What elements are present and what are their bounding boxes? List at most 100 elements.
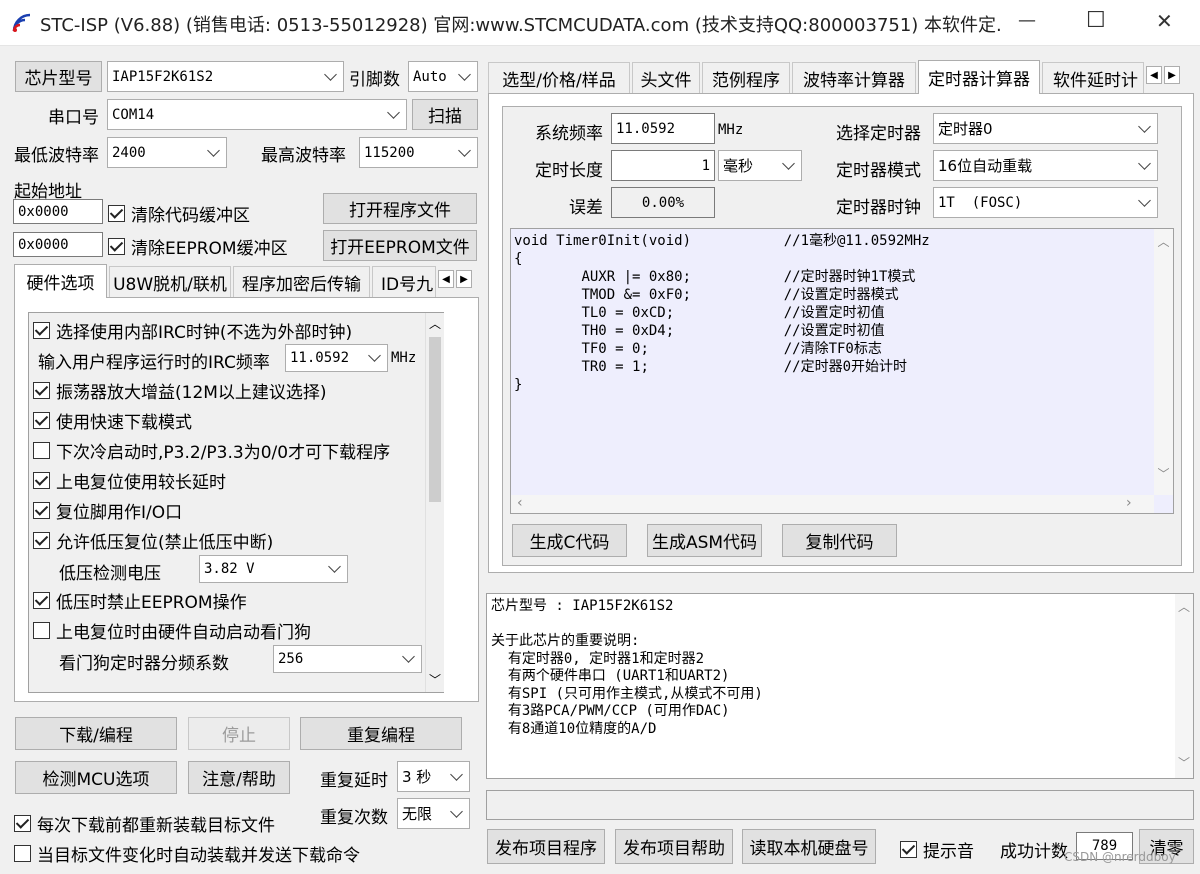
chip-info-panel[interactable]: 芯片型号 : IAP15F2K61S2 关于此芯片的重要说明: 有定时器0, 定… (486, 593, 1194, 779)
code-vscroll[interactable]: ︿ ﹀ (1154, 229, 1173, 495)
tab-u8w[interactable]: U8W脱机/联机 (109, 266, 231, 298)
close-button[interactable]: ✕ (1156, 9, 1173, 33)
tab-scroll-right-icon[interactable]: ▶ (1164, 66, 1180, 84)
low-volt-select[interactable]: 3.82 V (199, 555, 348, 583)
mode-select[interactable]: 16位自动重载 (933, 150, 1158, 181)
chip-model-value: IAP15F2K61S2 (112, 68, 214, 85)
long-reset-checkbox[interactable]: 上电复位使用较长延时 (33, 468, 226, 493)
tab-encrypt[interactable]: 程序加密后传输 (233, 266, 370, 298)
sys-freq-input[interactable]: 11.0592 (611, 113, 715, 144)
chevron-down-icon (458, 143, 471, 157)
scroll-down-icon[interactable]: ﹀ (1175, 754, 1193, 771)
info-vscroll[interactable]: ︿ ﹀ (1175, 594, 1193, 778)
osc-gain-checkbox[interactable]: 振荡器放大增益(12M以上建议选择) (33, 378, 327, 403)
no-eeprom-low-volt-checkbox[interactable]: 低压时禁止EEPROM操作 (33, 588, 247, 613)
chip-model-button[interactable]: 芯片型号 (15, 61, 102, 92)
tab-id[interactable]: ID号九 (372, 266, 436, 298)
stop-button[interactable]: 停止 (188, 717, 290, 750)
gen-asm-button[interactable]: 生成ASM代码 (647, 524, 762, 557)
repeat-count-select[interactable]: 无限 (397, 798, 470, 829)
length-unit-select[interactable]: 毫秒 (718, 150, 802, 181)
tab-scroll-right-icon[interactable]: ▶ (456, 270, 472, 288)
minimize-button[interactable]: — (1018, 10, 1036, 31)
tab-baud-calculator[interactable]: 波特率计算器 (792, 62, 916, 94)
app-icon (12, 13, 31, 32)
clock-value: 1T (FOSC) (938, 194, 1023, 211)
tab-soft-delay[interactable]: 软件延时计 (1042, 62, 1144, 94)
checkbox-checked-icon (33, 502, 50, 519)
gen-c-button[interactable]: 生成C代码 (512, 524, 627, 557)
eeprom-address-input[interactable]: 0x0000 (13, 232, 103, 257)
publish-help-button[interactable]: 发布项目帮助 (615, 829, 733, 864)
tab-examples[interactable]: 范例程序 (702, 62, 790, 94)
code-output[interactable]: void Timer0Init(void) //1毫秒@11.0592MHz {… (510, 228, 1174, 514)
scroll-down-icon[interactable]: ﹀ (426, 671, 444, 689)
irc-freq-select[interactable]: 11.0592 (285, 344, 388, 372)
pins-value: Auto (413, 68, 447, 85)
mode-label: 定时器模式 (836, 161, 921, 181)
options-scrollbar[interactable]: ︿ ﹀ (425, 313, 444, 692)
clock-select[interactable]: 1T (FOSC) (933, 187, 1158, 218)
scroll-up-icon[interactable]: ︿ (426, 315, 444, 333)
auto-reload-checkbox[interactable]: 当目标文件变化时自动装载并发送下载命令 (14, 841, 360, 866)
tab-timer-calculator[interactable]: 定时器计算器 (918, 60, 1040, 94)
tab-scroll-left-icon[interactable]: ◀ (438, 270, 454, 288)
serial-select[interactable]: COM14 (107, 99, 407, 130)
scroll-down-icon[interactable]: ﹀ (1154, 465, 1173, 482)
tab-selection-price[interactable]: 选型/价格/样品 (488, 62, 630, 94)
chevron-down-icon (450, 804, 463, 818)
check-mcu-button[interactable]: 检测MCU选项 (15, 761, 177, 794)
maximize-button[interactable]: ☐ (1086, 8, 1106, 33)
chevron-down-icon (207, 143, 220, 157)
download-button[interactable]: 下载/编程 (15, 717, 177, 750)
open-eeprom-button[interactable]: 打开EEPROM文件 (323, 230, 477, 261)
repeat-delay-select[interactable]: 3 秒 (397, 761, 470, 792)
clear-code-checkbox[interactable]: 清除代码缓冲区 (108, 201, 250, 226)
watchdog-auto-checkbox[interactable]: 上电复位时由硬件自动启动看门狗 (33, 618, 311, 643)
tab-header-files[interactable]: 头文件 (632, 62, 700, 94)
publish-program-button[interactable]: 发布项目程序 (487, 829, 605, 864)
status-field (486, 790, 1194, 820)
read-disk-button[interactable]: 读取本机硬盘号 (742, 829, 876, 864)
cold-boot-checkbox[interactable]: 下次冷启动时,P3.2/P3.3为0/0才可下载程序 (33, 438, 390, 463)
open-program-button[interactable]: 打开程序文件 (323, 193, 477, 224)
scroll-right-icon[interactable]: › (1126, 495, 1132, 511)
chevron-down-icon (1138, 119, 1151, 133)
min-baud-label: 最低波特率 (14, 146, 99, 166)
scroll-up-icon[interactable]: ︿ (1154, 233, 1173, 250)
clear-eeprom-checkbox[interactable]: 清除EEPROM缓冲区 (108, 234, 288, 259)
code-address-input[interactable]: 0x0000 (13, 199, 103, 224)
chip-info-text: 芯片型号 : IAP15F2K61S2 关于此芯片的重要说明: 有定时器0, 定… (491, 598, 763, 737)
pins-select[interactable]: Auto (408, 61, 478, 92)
scroll-up-icon[interactable]: ︿ (1175, 598, 1193, 615)
scrollbar-thumb[interactable] (429, 337, 441, 502)
tab-scroll-left-icon[interactable]: ◀ (1146, 66, 1162, 84)
max-baud-select[interactable]: 115200 (359, 137, 478, 168)
help-button[interactable]: 注意/帮助 (188, 761, 290, 794)
chevron-down-icon (328, 560, 341, 573)
irc-clock-checkbox[interactable]: 选择使用内部IRC时钟(不选为外部时钟) (33, 318, 352, 343)
watchdog-div-label: 看门狗定时器分频系数 (59, 654, 229, 674)
code-hscroll[interactable]: ‹ › (511, 495, 1154, 513)
reload-before-checkbox[interactable]: 每次下载前都重新装载目标文件 (14, 811, 275, 836)
low-volt-reset-checkbox[interactable]: 允许低压复位(禁止低压中断) (33, 528, 273, 553)
timer-calculator-panel: 系统频率 11.0592 MHz 选择定时器 定时器0 定时长度 1 毫秒 定时… (488, 93, 1194, 573)
checkbox-checked-icon (14, 815, 31, 832)
tab-hardware-options[interactable]: 硬件选项 (14, 264, 107, 298)
chip-model-select[interactable]: IAP15F2K61S2 (107, 61, 344, 92)
beep-checkbox[interactable]: 提示音 (900, 837, 974, 862)
select-timer-select[interactable]: 定时器0 (933, 113, 1158, 144)
length-input[interactable]: 1 (611, 150, 715, 181)
min-baud-select[interactable]: 2400 (107, 137, 227, 168)
copy-code-button[interactable]: 复制代码 (782, 524, 897, 557)
scroll-left-icon[interactable]: ‹ (517, 495, 523, 511)
right-tab-strip: 选型/价格/样品 头文件 范例程序 波特率计算器 定时器计算器 软件延时计 ◀ … (488, 60, 1194, 94)
fast-download-checkbox[interactable]: 使用快速下载模式 (33, 408, 192, 433)
watchdog-div-select[interactable]: 256 (273, 645, 422, 673)
reset-io-checkbox[interactable]: 复位脚用作I/O口 (33, 498, 182, 523)
low-volt-reset-label: 允许低压复位(禁止低压中断) (56, 533, 274, 553)
auto-reload-label: 当目标文件变化时自动装载并发送下载命令 (37, 846, 360, 866)
scan-button[interactable]: 扫描 (412, 99, 478, 130)
hardware-options-panel: 选择使用内部IRC时钟(不选为外部时钟) 输入用户程序运行时的IRC频率 11.… (14, 297, 479, 702)
reprogram-button[interactable]: 重复编程 (300, 717, 462, 750)
